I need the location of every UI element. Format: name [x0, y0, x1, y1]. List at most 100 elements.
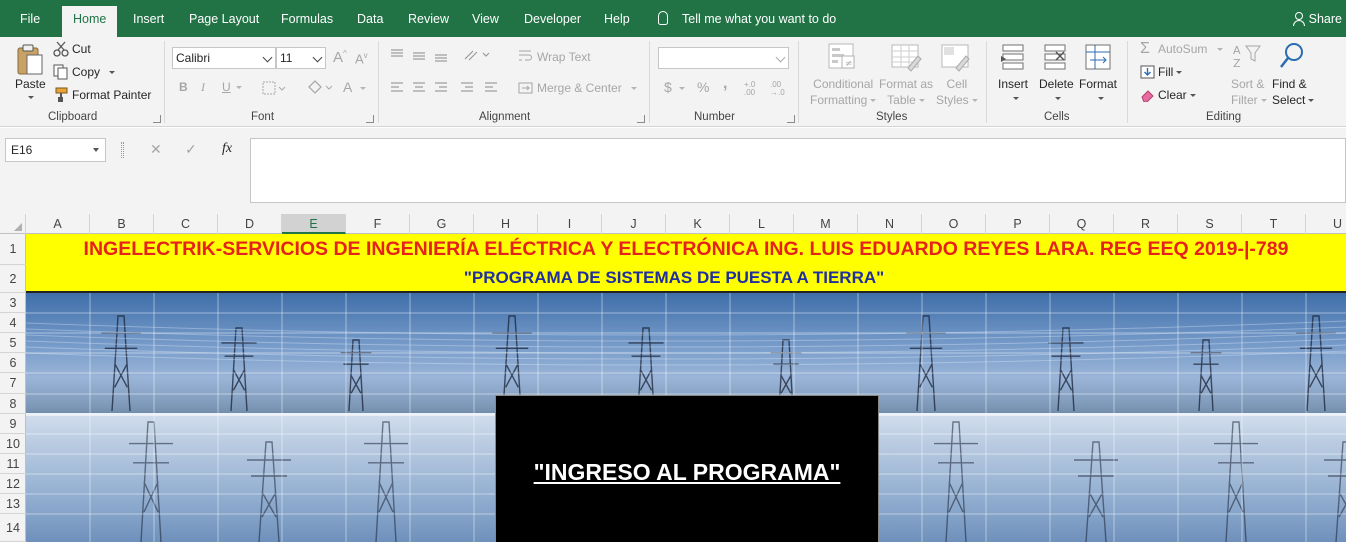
shrink-font-button[interactable]: Av — [355, 51, 368, 66]
column-header-m[interactable]: M — [794, 214, 858, 234]
format-cells-button[interactable]: Format — [1079, 77, 1117, 91]
row-header-9[interactable]: 9 — [0, 414, 26, 434]
fill-color-icon[interactable] — [306, 79, 334, 95]
cut-button[interactable]: Cut — [72, 42, 91, 56]
format-cells-icon — [1085, 44, 1111, 70]
sort-filter-icon: AZ — [1233, 44, 1261, 70]
column-header-k[interactable]: K — [666, 214, 730, 234]
row-header-4[interactable]: 4 — [0, 313, 26, 333]
column-header-g[interactable]: G — [410, 214, 474, 234]
find-select-button[interactable]: Find & Select — [1272, 76, 1315, 108]
column-header-p[interactable]: P — [986, 214, 1050, 234]
grow-font-button[interactable]: A^ — [333, 49, 347, 66]
column-header-a[interactable]: A — [26, 214, 90, 234]
column-header-r[interactable]: R — [1114, 214, 1178, 234]
worksheet[interactable]: INGELECTRIK-SERVICIOS DE INGENIERÍA ELÉC… — [26, 234, 1346, 542]
column-header-t[interactable]: T — [1242, 214, 1306, 234]
row-header-2[interactable]: 2 — [0, 265, 26, 293]
cell-styles-button[interactable]: Cell Styles — [936, 76, 978, 108]
font-color-button[interactable]: A — [343, 79, 367, 95]
percent-button[interactable]: % — [697, 79, 709, 95]
column-header-q[interactable]: Q — [1050, 214, 1114, 234]
copy-button[interactable]: Copy — [72, 65, 116, 79]
tab-review[interactable]: Review — [408, 0, 449, 37]
italic-button[interactable]: I — [201, 80, 205, 95]
number-format-select[interactable] — [658, 47, 789, 69]
decrease-decimal-button[interactable]: .00 →.0 — [770, 81, 792, 97]
alignment-launcher-icon[interactable] — [637, 115, 645, 123]
row-header-6[interactable]: 6 — [0, 353, 26, 373]
autosum-button[interactable]: AutoSum — [1158, 42, 1224, 56]
column-header-f[interactable]: F — [346, 214, 410, 234]
share-button[interactable]: Share — [1292, 0, 1342, 37]
sort-filter-button[interactable]: Sort & Filter — [1231, 76, 1267, 108]
increase-decimal-button[interactable]: +.0 .00 — [744, 81, 764, 97]
column-header-c[interactable]: C — [154, 214, 218, 234]
vertical-align-icons[interactable] — [389, 47, 509, 63]
tab-file[interactable]: File — [20, 0, 40, 37]
paste-button[interactable]: Paste — [15, 77, 46, 91]
column-header-s[interactable]: S — [1178, 214, 1242, 234]
tab-page-layout[interactable]: Page Layout — [189, 0, 259, 37]
fill-button[interactable]: Fill — [1158, 65, 1183, 79]
merge-center-icon — [518, 82, 533, 94]
row-header-14[interactable]: 14 — [0, 514, 26, 542]
comma-button[interactable]: , — [723, 75, 727, 93]
clear-button[interactable]: Clear — [1158, 88, 1196, 102]
merge-center-button[interactable]: Merge & Center — [537, 81, 637, 95]
wrap-text-button[interactable]: Wrap Text — [537, 50, 591, 64]
enter-icon[interactable]: ✓ — [185, 141, 197, 158]
clipboard-launcher-icon[interactable] — [153, 115, 161, 123]
formula-bar-grip[interactable] — [121, 142, 124, 158]
conditional-formatting-button[interactable]: Conditional Formatting — [810, 76, 877, 108]
row-header-10[interactable]: 10 — [0, 434, 26, 454]
column-header-j[interactable]: J — [602, 214, 666, 234]
insert-cells-button[interactable]: Insert — [998, 77, 1028, 91]
horizontal-align-icons[interactable] — [389, 81, 509, 95]
paste-dropdown-icon[interactable] — [28, 96, 34, 99]
tab-insert[interactable]: Insert — [133, 0, 164, 37]
row-header-13[interactable]: 13 — [0, 494, 26, 514]
cancel-icon[interactable]: ✕ — [150, 141, 162, 158]
number-launcher-icon[interactable] — [787, 115, 795, 123]
column-header-e[interactable]: E — [282, 214, 346, 234]
tab-formulas[interactable]: Formulas — [281, 0, 333, 37]
row-header-1[interactable]: 1 — [0, 234, 26, 265]
column-header-d[interactable]: D — [218, 214, 282, 234]
underline-button[interactable]: U — [222, 80, 242, 94]
tab-developer[interactable]: Developer — [524, 0, 581, 37]
column-header-o[interactable]: O — [922, 214, 986, 234]
format-as-table-button[interactable]: Format as Table — [879, 76, 933, 108]
row-header-12[interactable]: 12 — [0, 474, 26, 494]
login-button-label[interactable]: "INGRESO AL PROGRAMA" — [496, 459, 878, 486]
format-painter-button[interactable]: Format Painter — [72, 88, 151, 102]
tab-data[interactable]: Data — [357, 0, 383, 37]
currency-button[interactable]: $ — [664, 79, 685, 95]
bold-button[interactable]: B — [179, 80, 188, 94]
select-all-corner[interactable] — [0, 214, 26, 234]
column-header-i[interactable]: I — [538, 214, 602, 234]
formula-input[interactable] — [250, 138, 1346, 203]
tell-me-search[interactable]: Tell me what you want to do — [658, 0, 836, 37]
tab-view[interactable]: View — [472, 0, 499, 37]
row-header-3[interactable]: 3 — [0, 293, 26, 313]
row-header-11[interactable]: 11 — [0, 454, 26, 474]
row-header-7[interactable]: 7 — [0, 373, 26, 394]
tab-home[interactable]: Home — [62, 6, 118, 37]
delete-cells-button[interactable]: Delete — [1039, 77, 1074, 91]
font-size-select[interactable]: 11 — [276, 47, 326, 69]
font-launcher-icon[interactable] — [366, 115, 374, 123]
column-header-h[interactable]: H — [474, 214, 538, 234]
column-header-u[interactable]: U — [1306, 214, 1346, 234]
tab-help[interactable]: Help — [604, 0, 630, 37]
font-name-select[interactable]: Calibri — [172, 47, 276, 69]
column-header-n[interactable]: N — [858, 214, 922, 234]
borders-icon[interactable] — [262, 81, 286, 95]
login-button-panel[interactable]: "INGRESO AL PROGRAMA" — [495, 395, 879, 542]
insert-function-icon[interactable]: fx — [222, 141, 232, 157]
row-header-5[interactable]: 5 — [0, 333, 26, 353]
name-box[interactable]: E16 — [5, 138, 106, 162]
column-header-b[interactable]: B — [90, 214, 154, 234]
column-header-l[interactable]: L — [730, 214, 794, 234]
row-header-8[interactable]: 8 — [0, 394, 26, 414]
